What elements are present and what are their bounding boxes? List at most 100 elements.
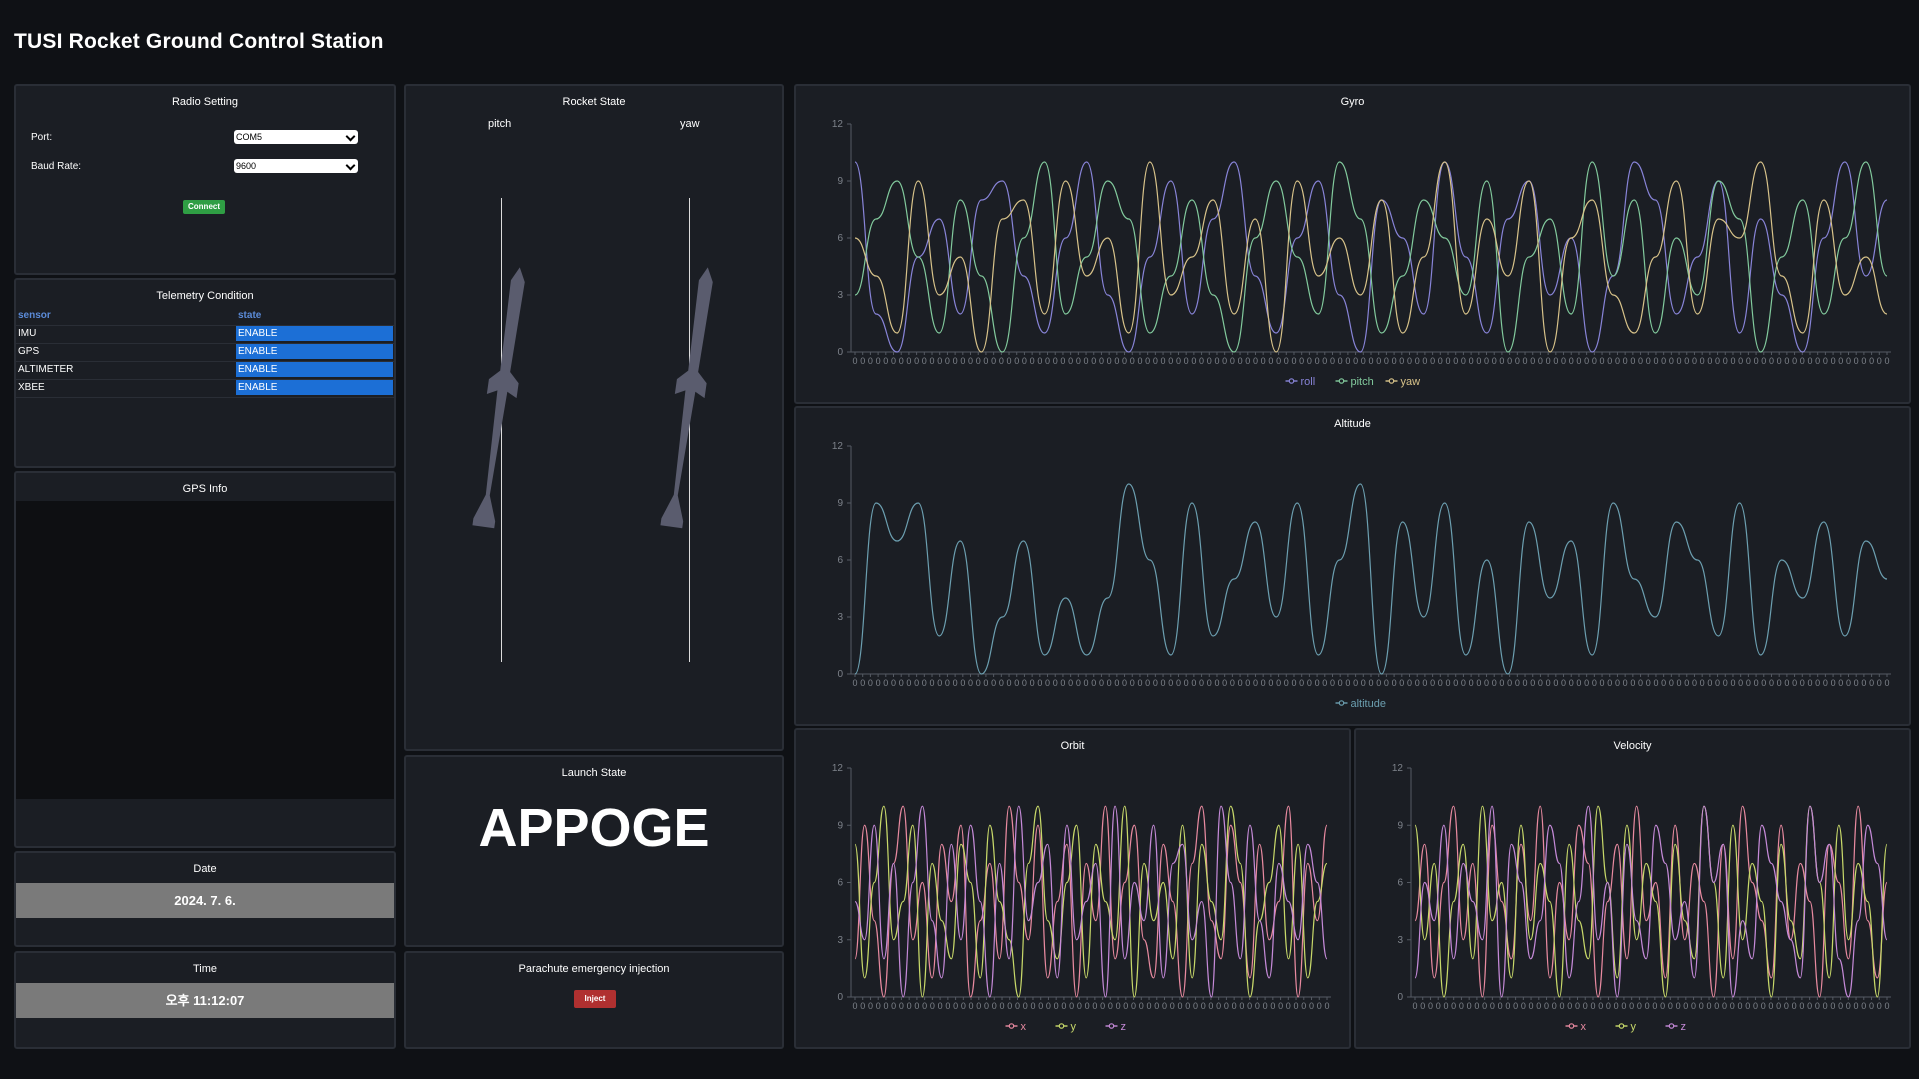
x-tick-label: 0 — [1521, 1001, 1526, 1011]
x-tick-label: 0 — [1084, 356, 1089, 366]
x-tick-label: 0 — [1629, 1001, 1634, 1011]
x-tick-label: 0 — [1214, 356, 1219, 366]
legend-label-yaw[interactable]: yaw — [1401, 376, 1421, 388]
x-tick-label: 0 — [1038, 1001, 1043, 1011]
x-tick-label: 0 — [1153, 678, 1158, 688]
x-tick-label: 0 — [1669, 356, 1674, 366]
x-tick-label: 0 — [1268, 678, 1273, 688]
x-tick-label: 0 — [1345, 356, 1350, 366]
x-tick-label: 0 — [1884, 678, 1889, 688]
x-tick-label: 0 — [1723, 678, 1728, 688]
x-tick-label: 0 — [1653, 678, 1658, 688]
x-tick-label: 0 — [1799, 1001, 1804, 1011]
x-tick-label: 0 — [1438, 678, 1443, 688]
x-tick-label: 0 — [883, 356, 888, 366]
y-tick-label: 0 — [837, 992, 843, 1003]
x-tick-label: 0 — [1076, 678, 1081, 688]
x-tick-label: 0 — [1137, 356, 1142, 366]
x-tick-label: 0 — [891, 356, 896, 366]
x-tick-label: 0 — [961, 1001, 966, 1011]
x-tick-label: 0 — [852, 678, 857, 688]
x-tick-label: 0 — [1459, 1001, 1464, 1011]
x-tick-label: 0 — [1600, 678, 1605, 688]
legend-label-z[interactable]: z — [1681, 1021, 1687, 1033]
x-tick-label: 0 — [1661, 356, 1666, 366]
inject-button[interactable]: Inject — [574, 990, 616, 1008]
x-tick-label: 0 — [1691, 1001, 1696, 1011]
x-tick-label: 0 — [1453, 356, 1458, 366]
x-tick-label: 0 — [1176, 356, 1181, 366]
x-tick-label: 0 — [1700, 356, 1705, 366]
x-tick-label: 0 — [1030, 356, 1035, 366]
x-tick-label: 0 — [1030, 678, 1035, 688]
table-header-row: sensor state — [16, 308, 396, 326]
x-tick-label: 0 — [1239, 1001, 1244, 1011]
y-tick-label: 0 — [1397, 992, 1403, 1003]
gps-map-area[interactable] — [16, 501, 394, 799]
telemetry-condition-panel: Telemetry Condition sensor state IMU ENA… — [14, 278, 396, 468]
x-tick-label: 0 — [1451, 1001, 1456, 1011]
series-line-altitude — [854, 483, 1888, 675]
legend-label-altitude[interactable]: altitude — [1351, 698, 1386, 710]
x-tick-label: 0 — [1131, 1001, 1136, 1011]
x-tick-label: 0 — [1683, 1001, 1688, 1011]
legend-label-y[interactable]: y — [1631, 1021, 1637, 1033]
legend-label-roll[interactable]: roll — [1301, 376, 1316, 388]
x-tick-label: 0 — [1247, 1001, 1252, 1011]
legend-label-x[interactable]: x — [1021, 1021, 1027, 1033]
x-tick-label: 0 — [1114, 678, 1119, 688]
rocket-state-title: Rocket State — [562, 96, 626, 108]
x-tick-label: 0 — [1299, 678, 1304, 688]
x-tick-label: 0 — [1030, 1001, 1035, 1011]
x-tick-label: 0 — [930, 1001, 935, 1011]
x-tick-label: 0 — [1544, 1001, 1549, 1011]
x-tick-label: 0 — [1546, 356, 1551, 366]
x-tick-label: 0 — [1668, 1001, 1673, 1011]
baud-rate-select[interactable]: 9600 — [234, 159, 358, 173]
x-tick-label: 0 — [1384, 678, 1389, 688]
x-tick-label: 0 — [1838, 1001, 1843, 1011]
legend-label-y[interactable]: y — [1071, 1021, 1077, 1033]
x-tick-label: 0 — [1553, 356, 1558, 366]
port-select[interactable]: COM5 — [234, 130, 358, 144]
legend-label-x[interactable]: x — [1581, 1021, 1587, 1033]
x-tick-label: 0 — [1815, 678, 1820, 688]
legend-marker — [1288, 378, 1295, 384]
x-tick-label: 0 — [976, 1001, 981, 1011]
x-tick-label: 0 — [1600, 356, 1605, 366]
x-tick-label: 0 — [1000, 1001, 1005, 1011]
x-tick-label: 0 — [1286, 1001, 1291, 1011]
x-tick-label: 0 — [1461, 356, 1466, 366]
x-tick-label: 0 — [1715, 356, 1720, 366]
x-tick-label: 0 — [1023, 1001, 1028, 1011]
x-tick-label: 0 — [1490, 1001, 1495, 1011]
x-tick-label: 0 — [1268, 356, 1273, 366]
x-tick-label: 0 — [1523, 678, 1528, 688]
x-tick-label: 0 — [1538, 356, 1543, 366]
x-tick-label: 0 — [930, 356, 935, 366]
x-tick-label: 0 — [1399, 678, 1404, 688]
x-tick-label: 0 — [1291, 356, 1296, 366]
table-row: XBEE ENABLE — [16, 380, 396, 398]
x-tick-label: 0 — [899, 356, 904, 366]
x-tick-label: 0 — [1846, 678, 1851, 688]
x-tick-label: 0 — [1823, 356, 1828, 366]
x-tick-label: 0 — [1645, 1001, 1650, 1011]
x-tick-label: 0 — [1137, 678, 1142, 688]
connect-button[interactable]: Connect — [183, 200, 225, 214]
x-tick-label: 0 — [1692, 678, 1697, 688]
legend-label-pitch[interactable]: pitch — [1351, 376, 1374, 388]
x-tick-label: 0 — [1769, 356, 1774, 366]
x-tick-label: 0 — [1076, 356, 1081, 366]
x-tick-label: 0 — [1430, 678, 1435, 688]
x-tick-label: 0 — [1638, 356, 1643, 366]
x-tick-label: 0 — [1199, 678, 1204, 688]
x-tick-label: 0 — [1324, 1001, 1329, 1011]
x-tick-label: 0 — [1800, 678, 1805, 688]
x-tick-label: 0 — [1184, 356, 1189, 366]
legend-label-z[interactable]: z — [1121, 1021, 1127, 1033]
x-tick-label: 0 — [1230, 678, 1235, 688]
x-tick-label: 0 — [1738, 678, 1743, 688]
sensor-name: GPS — [18, 346, 40, 357]
x-tick-label: 0 — [1536, 1001, 1541, 1011]
